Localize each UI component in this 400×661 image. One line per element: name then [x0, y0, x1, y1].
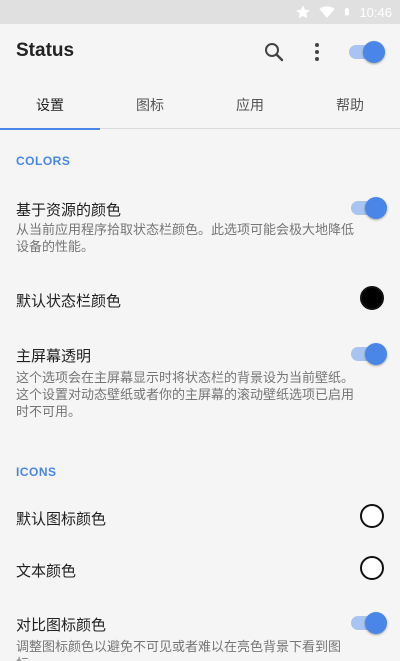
setting-title: 默认图标颜色 [16, 510, 107, 528]
clock: 10:46 [359, 4, 392, 20]
setting-title: 主屏幕透明 [16, 347, 92, 365]
switch-thumb [365, 343, 387, 365]
star-icon [296, 5, 311, 19]
more-vert-icon[interactable] [305, 40, 329, 64]
tab-settings[interactable]: 设置 [0, 81, 100, 130]
page-title: Status [16, 40, 75, 61]
tab-apps[interactable]: 应用 [200, 81, 300, 129]
battery-icon [345, 8, 350, 16]
color-swatch-black[interactable] [360, 286, 384, 310]
setting-summary-line: 从当前应用程序拾取状态栏颜色。此选项可能会极大地降低 [16, 223, 355, 238]
search-icon[interactable] [262, 40, 286, 64]
setting-title: 基于资源的颜色 [16, 201, 122, 219]
setting-summary-line: 设备的性能。 [16, 240, 95, 255]
tab-help[interactable]: 帮助 [300, 81, 400, 129]
switch-thumb [365, 197, 387, 219]
setting-summary-line: 标。 [16, 656, 386, 661]
status-bar: 10:46 [0, 0, 400, 24]
tab-bar: 设置 图标 应用 帮助 [0, 81, 400, 130]
section-header-colors: COLORS [16, 154, 71, 168]
switch-thumb [363, 41, 385, 63]
master-switch[interactable] [349, 41, 385, 63]
switch-thumb [365, 612, 387, 634]
settings-list: COLORS 基于资源的颜色 从当前应用程序拾取状态栏颜色。此选项可能会极大地降… [0, 130, 400, 661]
setting-title: 文本颜色 [16, 562, 77, 580]
setting-title: 默认状态栏颜色 [16, 292, 122, 310]
app-bar: Status [0, 24, 400, 81]
setting-summary-line: 时不可用。 [16, 405, 82, 420]
tab-icons[interactable]: 图标 [100, 81, 200, 129]
setting-summary-line: 调整图标颜色以避免不可见或者难以在亮色背景下看到图 [16, 640, 342, 655]
setting-summary-line: 这个选项会在主屏幕显示时将状态栏的背景设为当前壁纸。 [16, 371, 355, 386]
home-transparent-switch[interactable] [351, 343, 387, 365]
color-swatch-white[interactable] [360, 504, 384, 528]
section-header-icons: ICONS [16, 465, 57, 479]
resource-color-switch[interactable] [351, 197, 387, 219]
setting-title: 对比图标颜色 [16, 616, 107, 634]
color-swatch-white[interactable] [360, 556, 384, 580]
setting-summary-line: 这个设置对动态壁纸或者你的主屏幕的滚动壁纸选项已启用 [16, 388, 355, 403]
contrast-icon-switch[interactable] [351, 612, 387, 634]
wifi-icon [319, 6, 336, 18]
